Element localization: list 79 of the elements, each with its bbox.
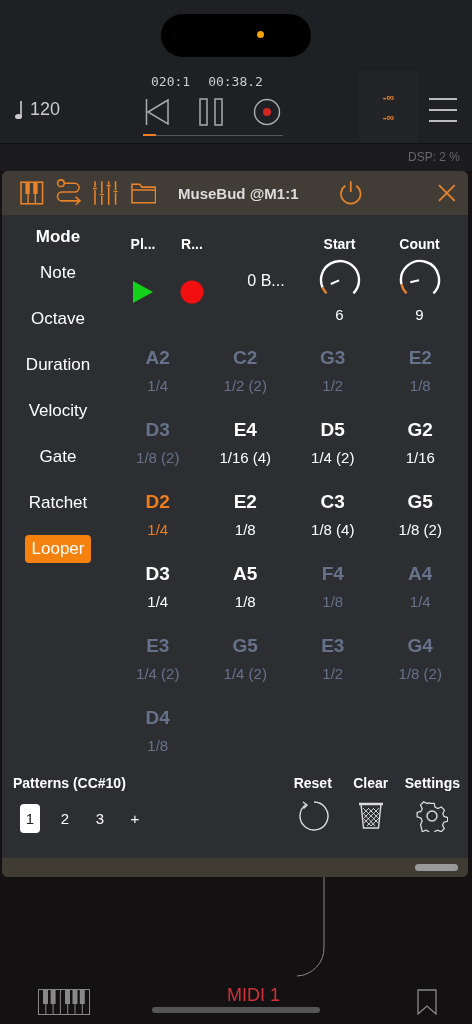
knob-value: 6	[335, 306, 344, 323]
record-button[interactable]	[253, 98, 281, 126]
mode-heading: Mode	[35, 226, 81, 248]
step-duration: 1/4	[147, 520, 169, 540]
step-note[interactable]: D2	[145, 491, 170, 513]
pause-button[interactable]	[199, 98, 223, 126]
step-note[interactable]: E2	[233, 491, 257, 513]
patterns-label: Patterns (CC#10)	[13, 774, 127, 792]
rewind-button[interactable]	[145, 98, 169, 126]
pattern-tab[interactable]: 1	[20, 804, 40, 833]
resize-handle[interactable]	[415, 864, 458, 871]
sliders-icon[interactable]	[93, 180, 119, 206]
folder-icon[interactable]	[130, 182, 157, 204]
step-duration: 1/8	[234, 520, 256, 540]
record-button[interactable]	[180, 280, 204, 304]
track-name[interactable]: MIDI 1	[227, 984, 280, 1006]
knob-label: Count	[399, 235, 440, 254]
step-note[interactable]: E4	[233, 419, 257, 441]
step-duration: 1/8	[409, 376, 431, 396]
close-button[interactable]	[438, 184, 457, 202]
step-duration: 1/2 (2)	[223, 376, 267, 396]
step-duration: 1/8	[322, 592, 344, 612]
pattern-tab[interactable]: 2	[55, 804, 75, 833]
reset-icon[interactable]	[296, 800, 329, 832]
step-duration: 1/8 (4)	[311, 520, 355, 540]
step-duration: 1/4	[147, 592, 169, 612]
keyboard-icon[interactable]	[38, 989, 90, 1015]
mode-option[interactable]: Velocity	[21, 397, 95, 425]
record-label: R...	[181, 235, 203, 254]
mode-option[interactable]: Octave	[24, 305, 92, 333]
mode-option[interactable]: Gate	[32, 443, 84, 471]
play-label: Pl...	[130, 235, 156, 254]
time-display: 00:38.2	[208, 73, 263, 89]
power-button[interactable]	[338, 180, 363, 206]
meter-reading: -∞	[382, 91, 395, 103]
route-icon[interactable]	[55, 179, 82, 207]
menu-icon[interactable]	[429, 97, 457, 123]
step-duration: 1/8 (2)	[398, 520, 442, 540]
mode-option[interactable]: Duration	[18, 351, 98, 379]
add-pattern-button[interactable]: +	[125, 804, 145, 833]
step-duration: 1/16 (4)	[219, 448, 272, 468]
step-duration: 1/4	[147, 376, 169, 396]
note-icon	[14, 99, 24, 120]
dsp-reading: DSP: 2 %	[407, 150, 460, 164]
indicator-dot	[257, 31, 264, 38]
meter-reading: -∞	[382, 111, 395, 123]
step-note[interactable]: D3	[145, 563, 170, 585]
step-note[interactable]: D5	[320, 419, 345, 441]
step-duration: 1/8	[147, 736, 169, 756]
pattern-tab[interactable]: 3	[90, 804, 110, 833]
step-duration: 1/2	[322, 376, 344, 396]
settings-icon[interactable]	[416, 800, 449, 832]
action-label: Reset	[293, 774, 332, 792]
piano-icon[interactable]	[20, 181, 44, 205]
step-note[interactable]: C3	[320, 491, 345, 513]
mode-option[interactable]: Ratchet	[21, 489, 95, 517]
step-duration: 1/4	[409, 592, 431, 612]
step-note[interactable]: G2	[407, 419, 433, 441]
step-duration: 1/16	[405, 448, 435, 468]
step-duration: 1/2	[322, 664, 344, 684]
tempo-value[interactable]: 120	[30, 99, 61, 120]
step-duration: 1/8 (2)	[136, 448, 180, 468]
plugin-title: MuseBud @M1:1	[178, 184, 300, 202]
step-duration: 1/8	[234, 592, 256, 612]
play-button[interactable]	[132, 280, 154, 304]
mode-option[interactable]: Note	[33, 259, 83, 287]
step-note[interactable]: A5	[233, 563, 258, 585]
step-duration: 1/4 (2)	[223, 664, 267, 684]
step-duration: 1/8 (2)	[398, 664, 442, 684]
step-note[interactable]: G5	[407, 491, 433, 513]
knob-label: Start	[323, 235, 356, 254]
bar-position: 020:1	[151, 73, 191, 89]
bookmark-icon[interactable]	[417, 989, 437, 1015]
action-label: Settings	[404, 774, 460, 792]
action-label: Clear	[353, 774, 389, 792]
knob-value: 9	[415, 306, 424, 323]
step-duration: 1/4 (2)	[136, 664, 180, 684]
bars-value: 0 B...	[247, 272, 285, 290]
step-duration: 1/4 (2)	[311, 448, 355, 468]
